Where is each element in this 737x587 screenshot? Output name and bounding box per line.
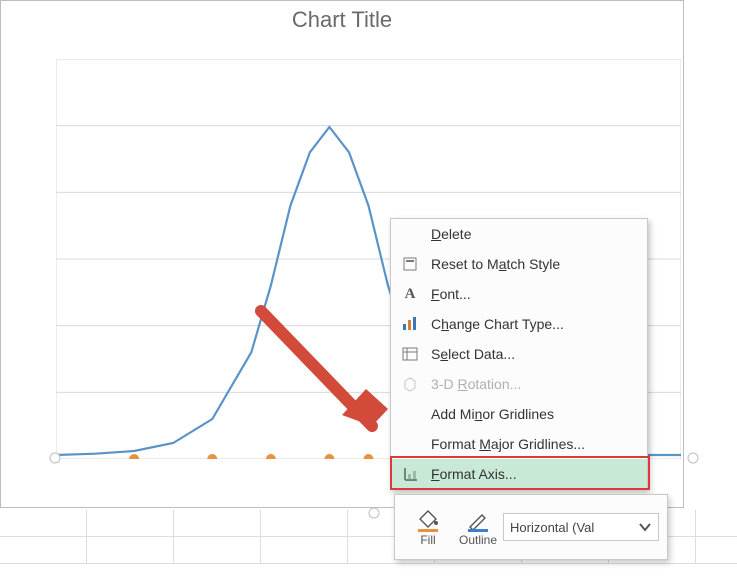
x-axis-selection-handles[interactable] [129, 454, 373, 459]
blank-icon [399, 434, 421, 454]
blank-icon [399, 224, 421, 244]
outline-label: Outline [459, 533, 497, 547]
select-data-icon [399, 344, 421, 364]
font-icon: A [399, 284, 421, 304]
menu-format-major-gridlines[interactable]: Format Major Gridlines... [391, 429, 647, 459]
reset-icon [399, 254, 421, 274]
chart-title: Chart Title [1, 7, 683, 33]
fill-label: Fill [420, 533, 435, 547]
callout-arrow [261, 311, 388, 426]
menu-change-chart-type[interactable]: Change Chart Type... [391, 309, 647, 339]
menu-delete[interactable]: Delete [391, 219, 647, 249]
context-menu: Delete Reset to Match Style A Font... Ch… [390, 218, 648, 490]
chart-element-selector[interactable]: Horizontal (Val [503, 513, 659, 541]
outline-button[interactable]: Outline [453, 499, 503, 555]
axis-icon [399, 464, 421, 484]
menu-format-axis[interactable]: Format Axis... [391, 459, 647, 489]
menu-reset-match-style[interactable]: Reset to Match Style [391, 249, 647, 279]
mini-toolbar: Fill Outline Horizontal (Val [394, 494, 668, 560]
chevron-down-icon [638, 520, 652, 534]
chart-element-selector-value: Horizontal (Val [510, 520, 594, 535]
blank-icon [399, 404, 421, 424]
menu-add-minor-gridlines[interactable]: Add Minor Gridlines [391, 399, 647, 429]
chart-type-icon [399, 314, 421, 334]
fill-bucket-icon [414, 507, 442, 533]
menu-3d-rotation: 3-D Rotation... [391, 369, 647, 399]
outline-pen-icon [464, 507, 492, 533]
cube-icon [399, 374, 421, 394]
menu-select-data[interactable]: Select Data... [391, 339, 647, 369]
menu-font[interactable]: A Font... [391, 279, 647, 309]
fill-button[interactable]: Fill [403, 499, 453, 555]
